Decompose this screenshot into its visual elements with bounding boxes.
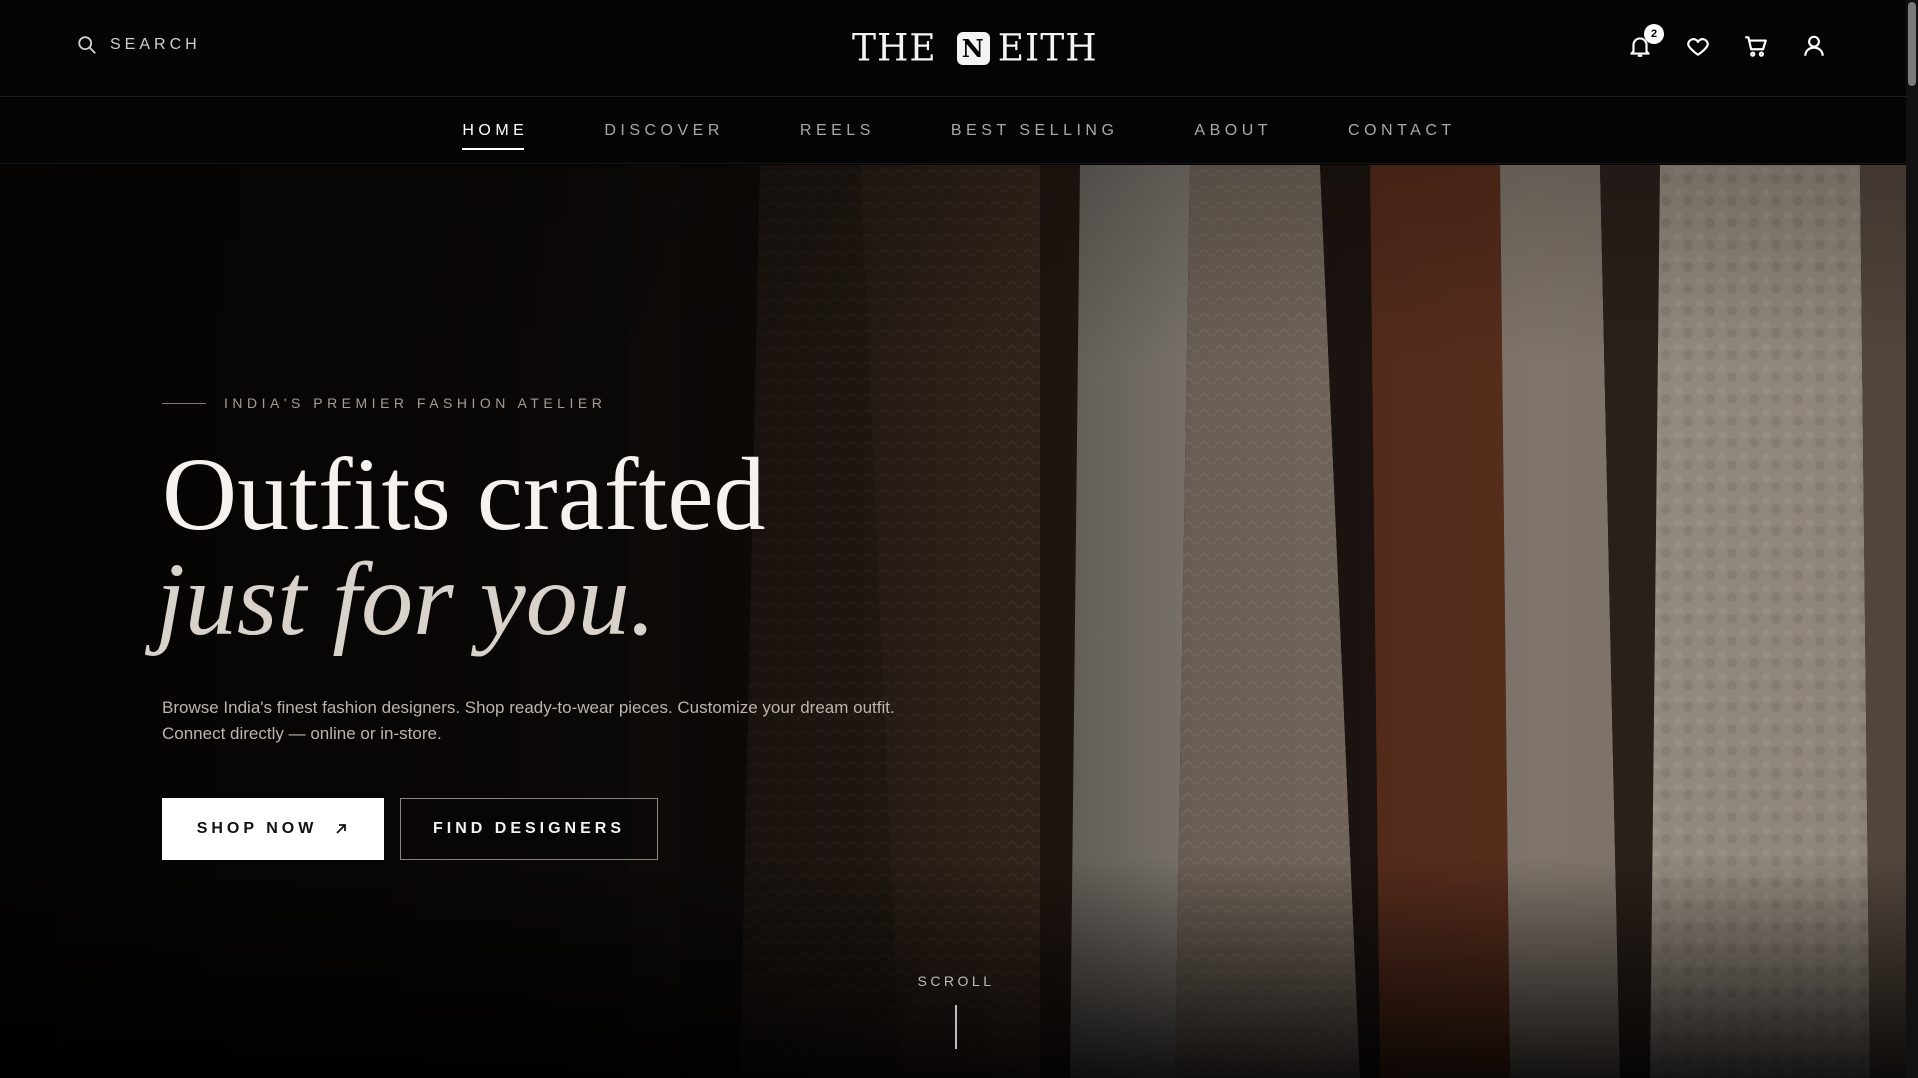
eyebrow-text: INDIA'S PREMIER FASHION ATELIER xyxy=(224,395,607,411)
hero-section: INDIA'S PREMIER FASHION ATELIER Outfits … xyxy=(0,165,1918,1078)
nav-item-discover[interactable]: DISCOVER xyxy=(604,112,724,150)
hero-headline-line1: Outfits crafted xyxy=(162,437,766,552)
nav-item-about[interactable]: ABOUT xyxy=(1194,112,1272,150)
hero-headline-line2: just for you. xyxy=(156,542,656,657)
find-designers-label: FIND DESIGNERS xyxy=(432,820,625,837)
page-scrollbar[interactable] xyxy=(1906,0,1918,1078)
header-actions: 2 xyxy=(1626,24,1828,60)
search-label: SEARCH xyxy=(110,36,201,53)
account-button[interactable] xyxy=(1800,32,1828,60)
nav-item-reels[interactable]: REELS xyxy=(800,112,875,150)
logo-text-left: THE xyxy=(852,26,937,70)
hero-subtext-line2: Connect directly — online or in-store. xyxy=(162,724,442,743)
arrow-up-right-icon xyxy=(336,824,347,834)
shop-now-label: SHOP NOW xyxy=(196,820,318,837)
notifications-button[interactable]: 2 xyxy=(1626,24,1664,60)
scroll-line xyxy=(955,1005,957,1049)
nav-list: HOME DISCOVER REELS BEST SELLING ABOUT C… xyxy=(0,98,1918,164)
hero-eyebrow: INDIA'S PREMIER FASHION ATELIER xyxy=(162,395,606,411)
main-nav: HOME DISCOVER REELS BEST SELLING ABOUT C… xyxy=(0,98,1918,164)
nav-item-best-selling[interactable]: BEST SELLING xyxy=(951,112,1119,150)
search-icon xyxy=(78,36,96,54)
nav-item-home[interactable]: HOME xyxy=(462,112,528,150)
find-designers-button[interactable]: FIND DESIGNERS xyxy=(400,798,658,860)
site-logo[interactable]: THE N EITH xyxy=(852,26,1098,70)
search-button[interactable]: SEARCH xyxy=(76,34,201,56)
notification-count-badge: 2 xyxy=(1644,24,1664,44)
wishlist-button[interactable] xyxy=(1684,32,1712,60)
scroll-label: SCROLL xyxy=(917,973,995,989)
scroll-indicator[interactable]: SCROLL xyxy=(916,973,996,1049)
logo-text-right: EITH xyxy=(997,26,1098,70)
cart-icon xyxy=(1745,36,1767,57)
hero-subtext-line1: Browse India's finest fashion designers.… xyxy=(162,698,895,717)
user-icon xyxy=(1804,35,1824,56)
logo-mark: N xyxy=(956,31,990,65)
shop-now-button[interactable]: SHOP NOW xyxy=(162,798,384,860)
hero-cta-row: SHOP NOW FIND DESIGNERS xyxy=(162,798,658,860)
eyebrow-divider xyxy=(162,402,206,404)
hero-subtext: Browse India's finest fashion designers.… xyxy=(162,695,982,747)
top-header: SEARCH THE N EITH 2 xyxy=(0,0,1918,97)
scrollbar-thumb[interactable] xyxy=(1908,2,1916,86)
heart-icon xyxy=(1687,38,1709,56)
nav-item-contact[interactable]: CONTACT xyxy=(1348,112,1456,150)
cart-button[interactable] xyxy=(1742,32,1770,60)
